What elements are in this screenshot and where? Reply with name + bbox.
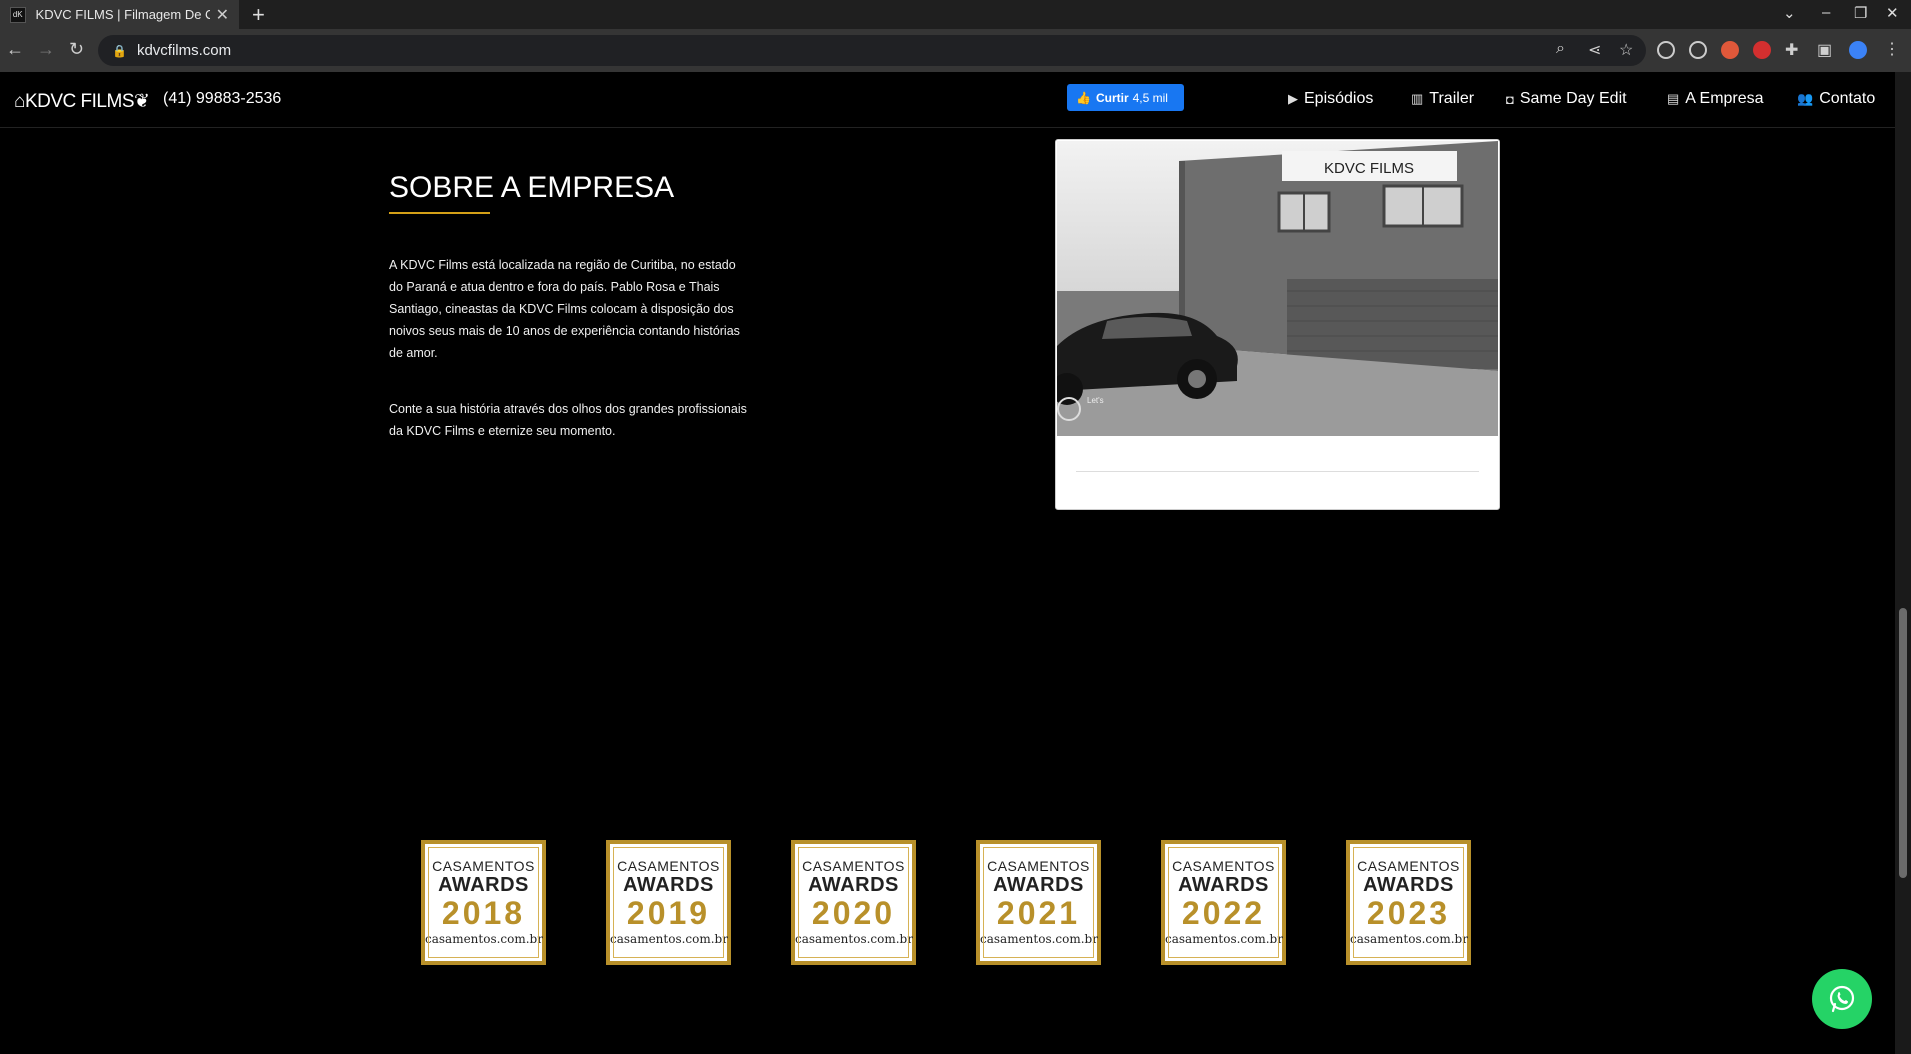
film-icon: ▥ — [1411, 91, 1424, 106]
restore-icon[interactable]: ❐ — [1854, 4, 1867, 22]
company-photo-card: KDVC FILMS Let's — [1055, 139, 1500, 510]
site-favicon-icon: dK — [10, 6, 26, 23]
extension-icon[interactable] — [1657, 41, 1675, 59]
svg-text:Let's: Let's — [1087, 396, 1104, 405]
share-icon[interactable]: ⋖ — [1588, 40, 1601, 60]
about-paragraph-1: A KDVC Films está localizada na região d… — [389, 258, 740, 360]
page-scrollbar-track[interactable] — [1895, 72, 1911, 1054]
award-badge-2020: CASAMENTOS AWARDS 2020 casamentos.com.br — [791, 840, 916, 965]
nav-contato[interactable]: 👥 Contato — [1797, 90, 1875, 108]
about-paragraph-2: Conte a sua história através dos olhos d… — [389, 402, 747, 438]
close-tab-icon[interactable]: ✕ — [216, 5, 229, 25]
minimize-icon[interactable]: – — [1822, 4, 1830, 21]
url-text: kdvcfilms.com — [136, 42, 232, 59]
award-badge-2019: CASAMENTOS AWARDS 2019 casamentos.com.br — [606, 840, 731, 965]
browser-toolbar: ← → ↻ 🔒 kdvcfilms.com ⌕ ⋖ ☆ ✚ ▣ ⋮ — [0, 29, 1911, 72]
tab-title: KDVC FILMS | Filmagem De Ca — [35, 7, 210, 22]
award-badge-2022: CASAMENTOS AWARDS 2022 casamentos.com.br — [1161, 840, 1286, 965]
whatsapp-button[interactable] — [1812, 969, 1872, 1029]
nav-trailer[interactable]: ▥ Trailer — [1411, 90, 1474, 108]
nav-episodios[interactable]: ▶ Episódios — [1288, 90, 1373, 108]
phone-number[interactable]: (41) 99883-2536 — [163, 90, 281, 108]
about-title: SOBRE A EMPRESA — [389, 171, 675, 204]
reload-icon[interactable]: ↻ — [69, 39, 84, 60]
like-label: Curtir — [1095, 90, 1129, 105]
page-scrollbar-thumb[interactable] — [1899, 608, 1907, 878]
tab-search-chevron-icon[interactable]: ⌄ — [1783, 4, 1796, 22]
forward-icon[interactable]: → — [37, 39, 55, 60]
extensions-puzzle-icon[interactable]: ✚ — [1785, 40, 1798, 60]
address-bar[interactable]: 🔒 kdvcfilms.com ⌕ ⋖ ☆ — [98, 35, 1646, 66]
award-badge-2021: CASAMENTOS AWARDS 2021 casamentos.com.br — [976, 840, 1101, 965]
bookmark-star-icon[interactable]: ☆ — [1619, 40, 1633, 60]
users-icon: 👥 — [1797, 91, 1814, 106]
svg-text:KDVC FILMS: KDVC FILMS — [1324, 160, 1414, 177]
new-tab-icon[interactable]: + — [252, 2, 265, 28]
close-window-icon[interactable]: ✕ — [1886, 4, 1899, 22]
side-panel-icon[interactable]: ▣ — [1817, 40, 1832, 60]
camera-icon: ◘ — [1506, 91, 1514, 107]
like-count: 4,5 mil — [1132, 90, 1168, 105]
browser-tab-bar: dK KDVC FILMS | Filmagem De Ca ✕ + ⌄ – ❐… — [0, 0, 1911, 29]
award-badge-2023: CASAMENTOS AWARDS 2023 casamentos.com.br — [1346, 840, 1471, 965]
extension-red-icon[interactable] — [1721, 41, 1739, 59]
profile-avatar[interactable] — [1849, 41, 1867, 59]
company-building-photo: KDVC FILMS Let's — [1057, 141, 1498, 436]
browser-tab[interactable]: dK KDVC FILMS | Filmagem De Ca ✕ — [0, 0, 239, 29]
video-icon: ▶ — [1288, 91, 1298, 106]
award-badge-2018: CASAMENTOS AWARDS 2018 casamentos.com.br — [421, 840, 546, 965]
nav-same-day-edit[interactable]: ◘ Same Day Edit — [1506, 90, 1627, 108]
lock-icon: 🔒 — [112, 43, 127, 58]
card-divider — [1076, 471, 1479, 472]
whatsapp-icon — [1829, 985, 1855, 1013]
extension-hand-icon[interactable] — [1753, 41, 1771, 59]
thumbs-up-icon: 👍 — [1076, 90, 1091, 105]
search-icon[interactable]: ⌕ — [1556, 40, 1565, 58]
facebook-like-button[interactable]: 👍 Curtir 4,5 mil — [1067, 84, 1184, 111]
title-underline — [389, 212, 490, 214]
site-header: ⌂KDVC FILMS❦ (41) 99883-2536 👍 Curtir 4,… — [0, 72, 1895, 128]
building-icon: ▤ — [1667, 91, 1680, 106]
site-logo[interactable]: ⌂KDVC FILMS❦ — [14, 90, 150, 113]
back-icon[interactable]: ← — [6, 39, 24, 60]
nav-a-empresa[interactable]: ▤ A Empresa — [1667, 90, 1764, 108]
extension-target-icon[interactable] — [1689, 41, 1707, 59]
menu-kebab-icon[interactable]: ⋮ — [1884, 39, 1900, 59]
